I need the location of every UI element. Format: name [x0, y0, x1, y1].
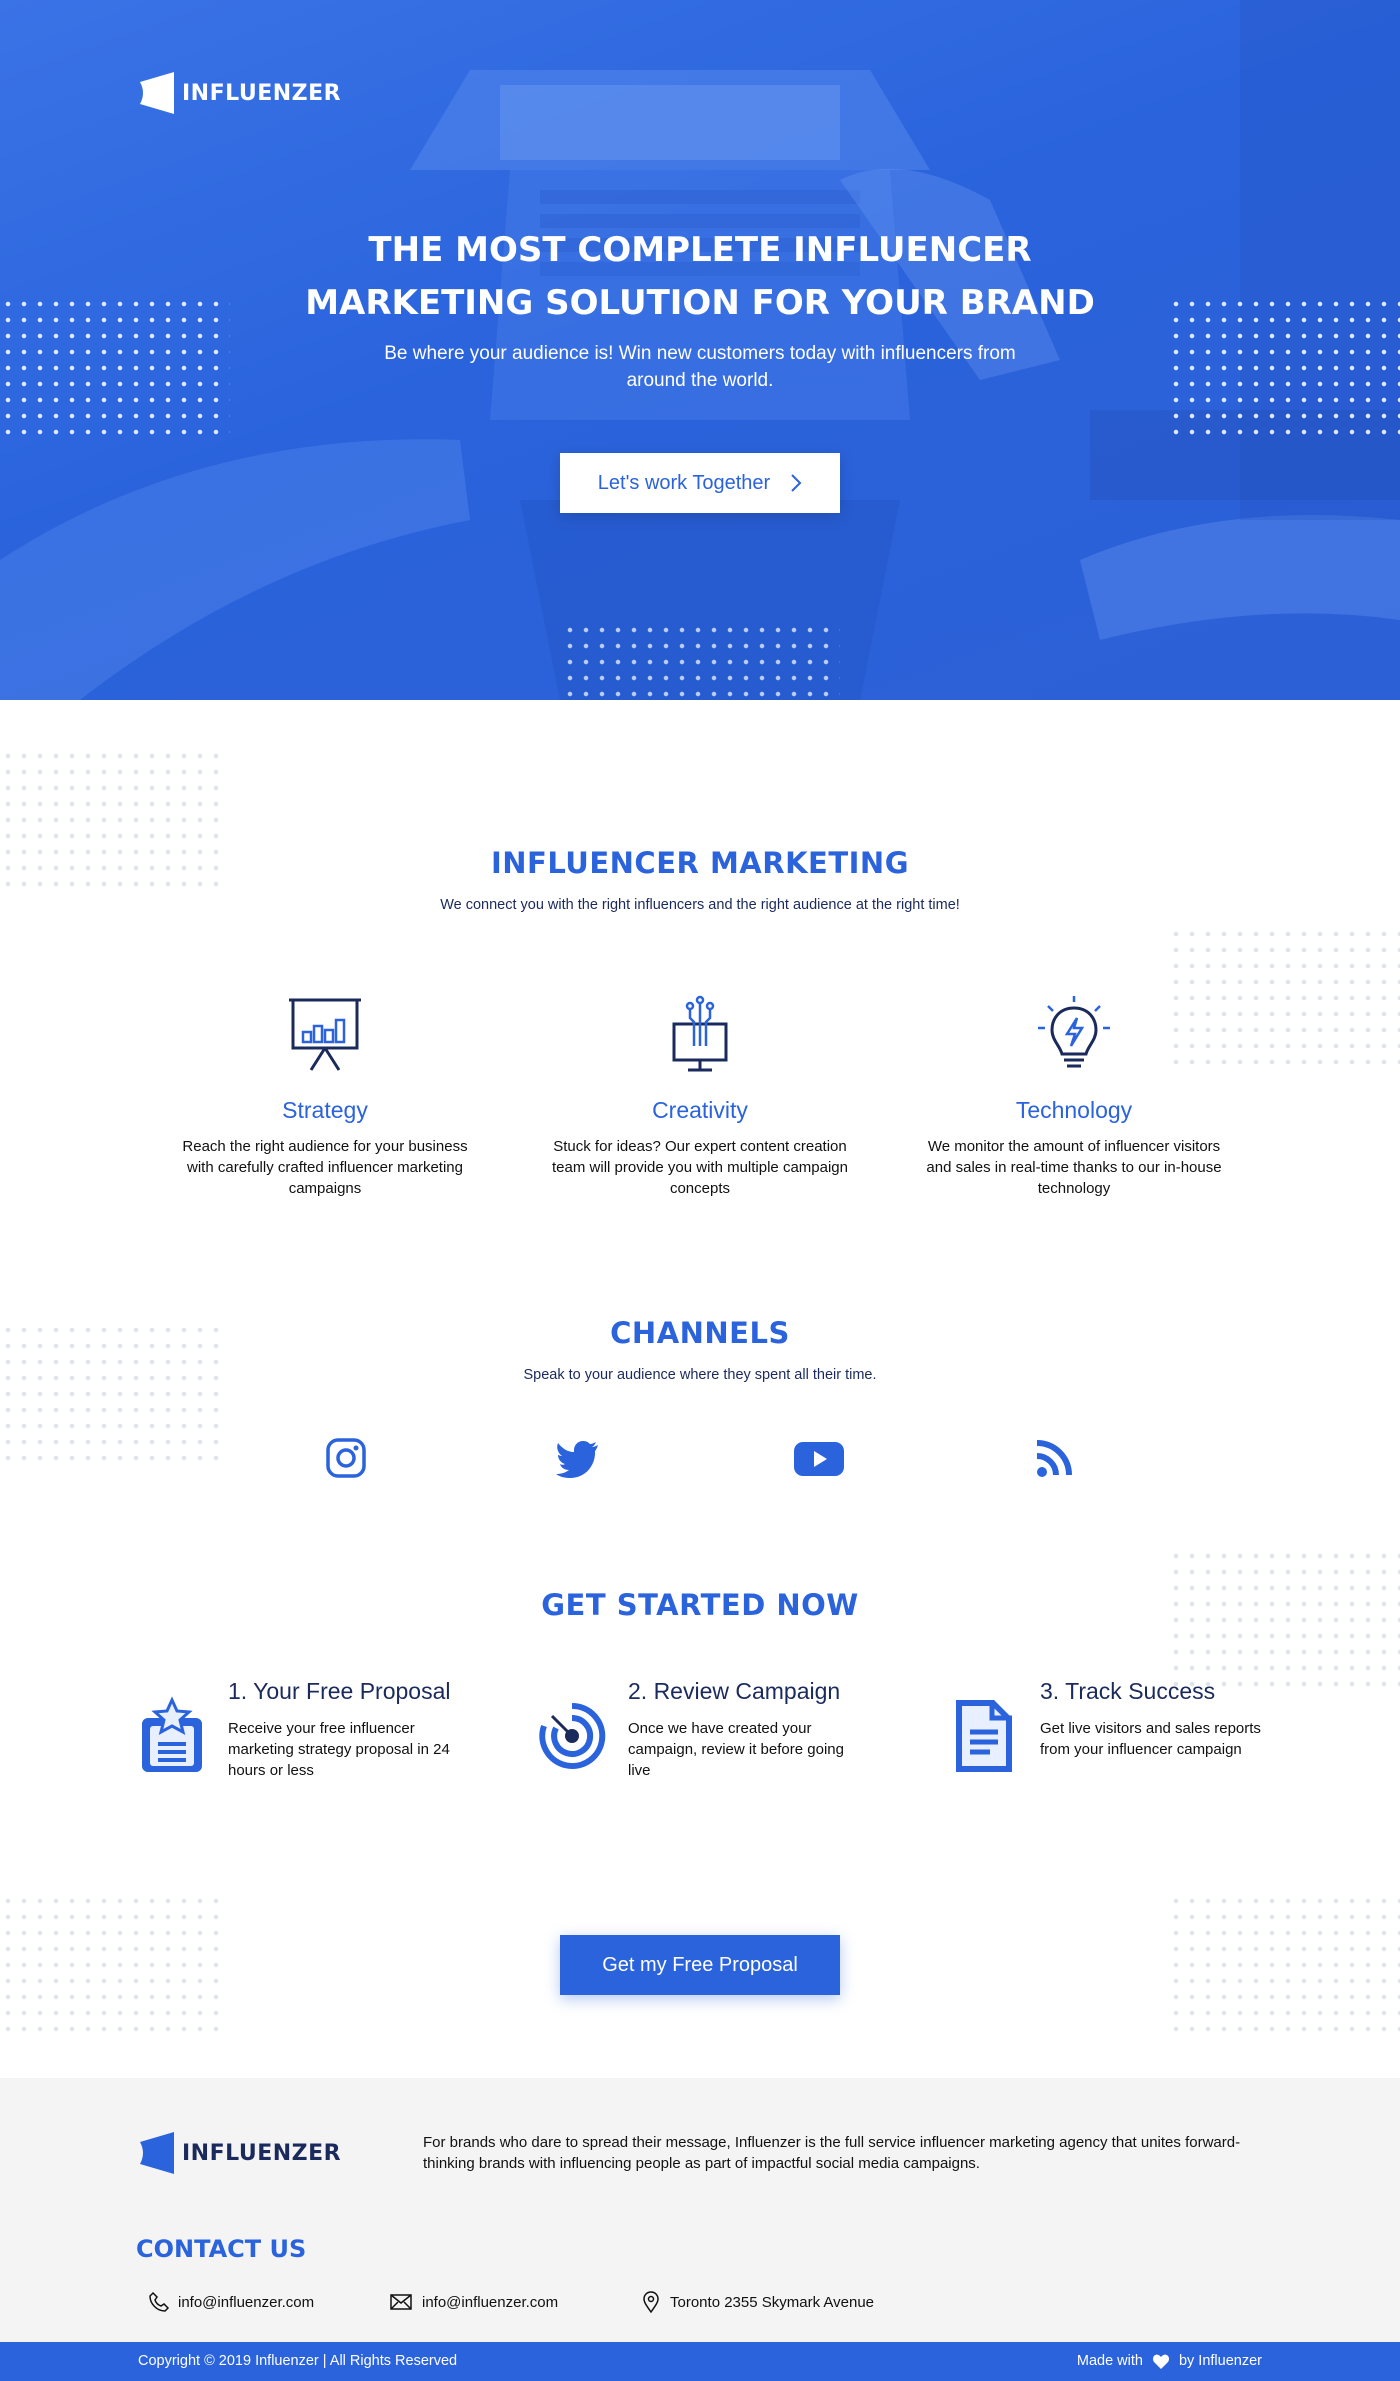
brand-name: INFLUENZER: [182, 80, 342, 106]
contact-address-text: Toronto 2355 Skymark Avenue: [670, 2293, 875, 2311]
dot-pattern: [0, 1893, 230, 2039]
feature-text: We monitor the amount of influencer visi…: [926, 1138, 1222, 1197]
heart-icon: [1152, 2354, 1169, 2369]
step-title: 1. Your Free Proposal: [228, 1678, 451, 1704]
monitor-circuit-icon: [672, 995, 728, 1072]
target-icon: [539, 1702, 606, 1769]
step-review-campaign: 2. Review Campaign Once we have created …: [536, 1678, 866, 1788]
get-started-title: GET STARTED NOW: [541, 1588, 859, 1622]
location-pin-icon: [643, 2291, 659, 2313]
rss-icon[interactable]: [1032, 1436, 1076, 1480]
copyright-text: Copyright © 2019 Influenzer | All Rights…: [138, 2353, 458, 2369]
made-with-text: Made with by Influenzer: [1077, 2353, 1262, 2369]
phone-icon: [149, 2291, 170, 2312]
marketing-subtitle: We connect you with the right influencer…: [440, 897, 960, 913]
instagram-icon[interactable]: [324, 1436, 368, 1480]
channels-title: CHANNELS: [610, 1316, 790, 1350]
mail-icon: [390, 2294, 412, 2310]
dot-pattern: [1168, 1893, 1400, 2039]
feature-title: Creativity: [652, 1097, 748, 1123]
hero-title: THE MOST COMPLETE INFLUENCER MARKETING S…: [305, 230, 1095, 323]
feature-text: Reach the right audience for your busine…: [182, 1138, 468, 1197]
hero-section: INFLUENZER THE MOST COMPLETE INFLUENCER …: [0, 0, 1400, 700]
work-together-label: Let's work Together: [597, 471, 771, 494]
free-proposal-label: Get my Free Proposal: [602, 1953, 798, 1976]
contact-phone[interactable]: info@influenzer.com: [148, 2291, 314, 2313]
work-together-button[interactable]: Let's work Together: [560, 453, 840, 513]
presentation-board-icon: [289, 998, 361, 1071]
lightbulb-icon: [1038, 996, 1110, 1068]
free-proposal-button[interactable]: Get my Free Proposal: [560, 1935, 840, 1995]
hero-subtitle: Be where your audience is! Win new custo…: [384, 343, 1016, 391]
footer-about-text: For brands who dare to spread their mess…: [423, 2134, 1241, 2172]
channels-subtitle: Speak to your audience where they spent …: [523, 1367, 877, 1383]
made-with-suffix: by Influenzer: [1178, 2353, 1262, 2369]
step-text: Receive your free influencer marketing s…: [228, 1720, 450, 1779]
contact-title: CONTACT US: [136, 2235, 307, 2263]
footer-logo[interactable]: INFLUENZER: [138, 2132, 341, 2174]
footer: INFLUENZER For brands who dare to spread…: [0, 2078, 1400, 2342]
youtube-icon[interactable]: [794, 1436, 844, 1480]
contact-address[interactable]: Toronto 2355 Skymark Avenue: [640, 2291, 874, 2313]
megaphone-logo-icon: [140, 2132, 174, 2174]
document-icon: [956, 1700, 1012, 1772]
header-logo[interactable]: INFLUENZER: [138, 72, 341, 114]
step-text: Once we have created your campaign, revi…: [628, 1720, 844, 1779]
marketing-title: INFLUENCER MARKETING: [490, 846, 910, 880]
step-track-success: 3. Track Success Get live visitors and s…: [948, 1678, 1278, 1788]
feature-title: Strategy: [282, 1097, 368, 1123]
feature-creativity: Creativity Stuck for ideas? Our expert c…: [550, 994, 850, 1199]
landing-page: INFLUENZER THE MOST COMPLETE INFLUENCER …: [0, 0, 1400, 2381]
hero-dot-pattern-bottom: [562, 622, 840, 700]
contact-email[interactable]: info@influenzer.com: [388, 2291, 558, 2313]
feature-text: Stuck for ideas? Our expert content crea…: [552, 1138, 848, 1197]
chevron-right-icon: [791, 474, 802, 492]
brand-name: INFLUENZER: [182, 2140, 342, 2166]
feature-title: Technology: [1015, 1097, 1133, 1123]
clipboard-star-icon: [142, 1696, 202, 1772]
made-with-prefix: Made with: [1076, 2353, 1143, 2369]
feature-strategy: Strategy Reach the right audience for yo…: [175, 994, 475, 1199]
bottom-bar: Copyright © 2019 Influenzer | All Rights…: [0, 2342, 1400, 2381]
twitter-icon[interactable]: [556, 1436, 600, 1480]
megaphone-logo-icon: [140, 72, 174, 114]
step-title: 3. Track Success: [1040, 1678, 1216, 1704]
step-title: 2. Review Campaign: [628, 1678, 841, 1704]
step-free-proposal: 1. Your Free Proposal Receive your free …: [136, 1678, 466, 1788]
hero-dot-pattern-right: [1168, 296, 1400, 442]
feature-technology: Technology We monitor the amount of infl…: [924, 994, 1224, 1199]
contact-phone-text: info@influenzer.com: [178, 2293, 315, 2311]
hero-dot-pattern-left: [0, 296, 230, 442]
contact-email-text: info@influenzer.com: [422, 2293, 559, 2311]
step-text: Get live visitors and sales reports from…: [1040, 1720, 1261, 1758]
